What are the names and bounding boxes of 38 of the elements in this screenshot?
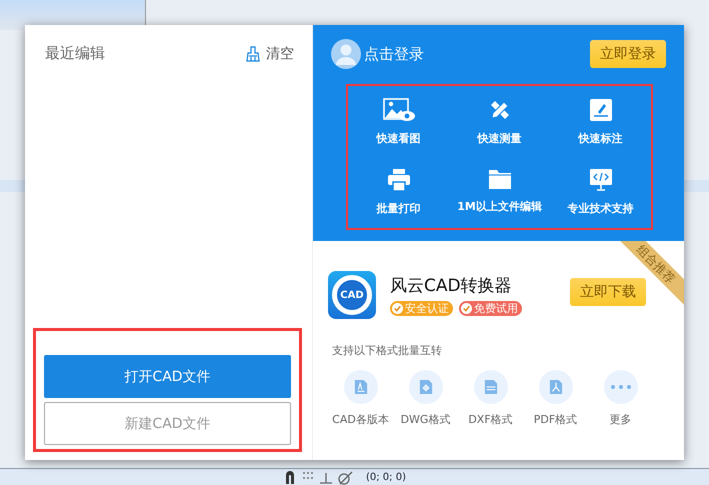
- edit-icon: [588, 98, 612, 122]
- broom-icon: [246, 46, 260, 62]
- image-eye-icon: [382, 98, 414, 122]
- feature-item[interactable]: 快速看图: [348, 98, 449, 146]
- product-name: 风云CAD转换器: [390, 275, 513, 297]
- tag: 免费试用: [459, 301, 522, 316]
- format-item[interactable]: CAD各版本: [328, 370, 393, 427]
- check-icon: [392, 303, 403, 314]
- document-icon: [418, 379, 432, 395]
- pdf-file-icon: [548, 379, 562, 395]
- feature-item[interactable]: 快速测量: [449, 98, 550, 146]
- feature-item[interactable]: 专业技术支持: [550, 168, 651, 216]
- feature-item[interactable]: 批量打印: [348, 168, 449, 216]
- format-item[interactable]: DXF格式: [458, 370, 523, 427]
- tag: 安全认证: [390, 301, 453, 316]
- coordinates-text: (0; 0; 0): [366, 472, 406, 482]
- format-item[interactable]: 更多: [588, 370, 653, 427]
- folder-icon: [488, 168, 512, 190]
- monitor-code-icon: [588, 168, 612, 192]
- document-icon: [484, 379, 498, 395]
- check-icon: [461, 303, 472, 314]
- document-icon: [354, 379, 368, 395]
- login-link[interactable]: 点击登录: [364, 44, 587, 64]
- format-item[interactable]: PDF格式: [523, 370, 588, 427]
- download-button[interactable]: 立即下载: [570, 278, 646, 306]
- app-logo: CAD: [328, 271, 376, 319]
- format-item[interactable]: DWG格式: [393, 370, 458, 427]
- feature-item[interactable]: 1M以上文件编辑: [449, 168, 550, 216]
- login-button[interactable]: 立即登录: [590, 40, 666, 68]
- feature-item[interactable]: 快速标注: [550, 98, 651, 146]
- formats-caption: 支持以下格式批量互转: [332, 343, 443, 358]
- printer-icon: [386, 168, 410, 192]
- clear-button[interactable]: 清空: [246, 44, 294, 62]
- open-file-button[interactable]: 打开CAD文件: [44, 355, 291, 398]
- more-icon: [610, 385, 630, 389]
- avatar-icon[interactable]: [331, 39, 361, 69]
- recent-title: 最近编辑: [45, 44, 105, 63]
- new-file-button[interactable]: 新建CAD文件: [44, 402, 291, 445]
